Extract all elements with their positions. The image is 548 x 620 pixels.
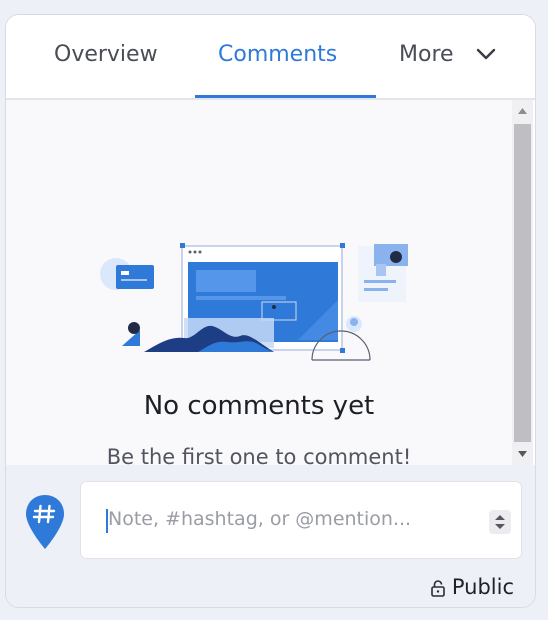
visibility-label: Public [451, 575, 514, 599]
input-stepper-icon[interactable] [489, 510, 511, 534]
comments-panel: Overview Comments More No comments yet B… [5, 14, 536, 608]
scrollbar-thumb[interactable] [514, 124, 531, 442]
tab-comments[interactable]: Comments [218, 39, 337, 71]
tab-more[interactable]: More [399, 39, 454, 71]
chevron-down-icon[interactable] [474, 47, 498, 63]
comment-input-placeholder: Note, #hashtag, or @mention... [108, 508, 412, 530]
empty-state-illustration [100, 243, 408, 361]
comments-list-area: No comments yet Be the first one to comm… [6, 100, 512, 465]
scroll-down-arrow-icon[interactable] [512, 443, 533, 465]
scroll-up-arrow-icon[interactable] [512, 100, 533, 122]
comment-input[interactable]: Note, #hashtag, or @mention... [80, 481, 522, 559]
tab-overview[interactable]: Overview [54, 39, 158, 71]
visibility-toggle[interactable]: Public [430, 574, 514, 600]
empty-state-subtitle: Be the first one to comment! [106, 445, 412, 465]
comments-scrollbar[interactable] [512, 100, 533, 465]
hashtag-pin-icon [26, 495, 64, 549]
empty-state-title: No comments yet [143, 391, 375, 421]
tab-bar: Overview Comments More [6, 15, 535, 100]
comment-composer: Note, #hashtag, or @mention... Public [6, 465, 535, 607]
lock-icon [431, 580, 445, 597]
